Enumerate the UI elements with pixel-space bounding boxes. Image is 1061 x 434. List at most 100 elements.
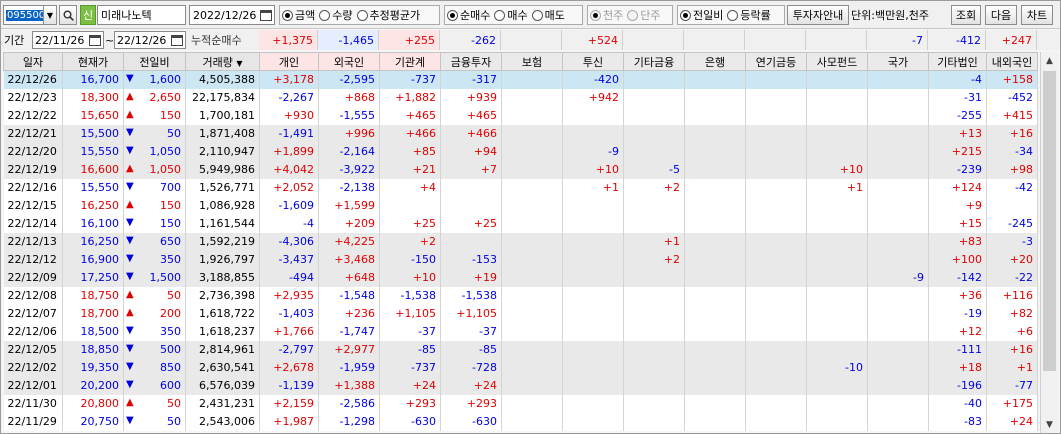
code-dropdown-icon[interactable]: ▼ — [43, 5, 57, 25]
radio-rate[interactable] — [727, 9, 739, 21]
calendar-icon[interactable] — [89, 34, 101, 46]
table-row[interactable]: 22/11/29 20,750 ▼ 50 2,543,006 +1,987 -1,298 -6… — [3, 412, 1038, 431]
investor-value-cell: +1 — [623, 232, 685, 251]
investor-value-cell — [440, 196, 502, 215]
table-row[interactable]: 22/12/15 16,250 ▲ 150 1,086,928 -1,609 +1,599 +… — [3, 196, 1038, 215]
date-cell: 22/12/09 — [3, 268, 63, 287]
investor-value-cell — [745, 124, 807, 143]
scroll-up-icon[interactable]: ▲ — [1041, 52, 1058, 69]
scroll-thumb[interactable] — [1043, 71, 1056, 371]
option-prev-diff[interactable]: 전일비 — [680, 7, 723, 23]
price-cell: 16,600 — [62, 160, 124, 179]
col-bank[interactable]: 은행 — [684, 52, 746, 71]
table-row[interactable]: 22/12/01 20,200 ▼ 600 6,576,039 -1,139 +1,388 +… — [3, 376, 1038, 395]
table-row[interactable]: 22/12/06 18,500 ▼ 350 1,618,237 +1,766 -1,747-… — [3, 322, 1038, 341]
option-thousand-shares-label: 천주 — [603, 9, 624, 22]
table-row[interactable]: 22/12/14 16,100 ▼ 150 1,161,544 -4 +209 +25 +25 +… — [3, 214, 1038, 233]
table-row[interactable]: 22/12/05 18,850 ▼ 500 2,814,961 -2,797 +2,977-… — [3, 340, 1038, 359]
table-row[interactable]: 22/12/20 15,550 ▼ 1,050 2,110,947 +1,899 -2,16… — [3, 142, 1038, 161]
query-button[interactable]: 조회 — [951, 5, 981, 25]
radio-prev-diff[interactable] — [680, 9, 691, 21]
option-net-buy[interactable]: 순매수 — [447, 7, 490, 23]
period-from-input[interactable]: 22/11/26 — [32, 31, 104, 49]
investor-value-cell — [562, 340, 624, 359]
col-institution[interactable]: 기관계 — [379, 52, 441, 71]
col-private-fund[interactable]: 사모펀드 — [806, 52, 868, 71]
scroll-down-icon[interactable]: ▼ — [1041, 416, 1058, 433]
table-header-row: 일자 현재가 전일비 거래량 ▼ 개인 외국인 기관계 금융투자 보험 투신 기… — [3, 52, 1038, 71]
table-row[interactable]: 22/12/08 18,750 ▲ 50 2,736,398 +2,935 -1,548 -1… — [3, 286, 1038, 305]
investor-value-cell — [684, 160, 746, 179]
investor-value-cell: +1 — [806, 178, 868, 197]
investor-value-cell — [501, 268, 563, 287]
down-triangle-icon: ▼ — [126, 235, 134, 246]
col-financial-invest[interactable]: 금융투자 — [440, 52, 502, 71]
investor-value-cell — [986, 196, 1038, 215]
col-other-corp[interactable]: 기타법인 — [928, 52, 987, 71]
investor-value-cell — [623, 358, 685, 377]
col-nation[interactable]: 국가 — [867, 52, 929, 71]
calendar-icon[interactable] — [171, 34, 183, 46]
col-other-finance[interactable]: 기타금융 — [623, 52, 685, 71]
investor-guide-button[interactable]: 투자자안내 — [787, 5, 849, 25]
table-row[interactable]: 22/12/22 15,650 ▲ 150 1,700,181 +930 -1,555 +46… — [3, 106, 1038, 125]
radio-net-buy[interactable] — [447, 9, 458, 21]
radio-amount[interactable] — [282, 9, 293, 21]
option-avg-price[interactable]: 추정평균가 — [356, 7, 420, 23]
date-cell: 22/12/02 — [3, 358, 63, 377]
table-row[interactable]: 22/12/12 16,900 ▼ 350 1,926,797 -3,437 +3,468-… — [3, 250, 1038, 269]
investor-value-cell — [684, 232, 746, 251]
investor-value-cell: +939 — [440, 88, 502, 107]
col-individual[interactable]: 개인 — [259, 52, 319, 71]
col-volume[interactable]: 거래량 ▼ — [185, 52, 260, 71]
investor-value-cell: -1,491 — [259, 124, 319, 143]
table-row[interactable]: 22/12/09 17,250 ▼ 1,500 3,188,855 -494 +648 +10… — [3, 268, 1038, 287]
date-input[interactable]: 2022/12/26 — [189, 5, 275, 25]
radio-sell[interactable] — [531, 9, 543, 21]
date-cell: 22/12/01 — [3, 376, 63, 395]
table-row[interactable]: 22/12/02 19,350 ▼ 850 2,630,541 +2,678 -1,959-… — [3, 358, 1038, 377]
investor-value-cell — [745, 214, 807, 233]
col-foreign[interactable]: 외국인 — [318, 52, 380, 71]
period-to-input[interactable]: 22/12/26 — [114, 31, 186, 49]
col-price[interactable]: 현재가 — [62, 52, 124, 71]
col-insurance[interactable]: 보험 — [501, 52, 563, 71]
investor-value-cell — [684, 358, 746, 377]
col-change[interactable]: 전일비 — [123, 52, 186, 71]
table-row[interactable]: 22/12/21 15,500 ▼ 50 1,871,408 -1,491 +996 +466… — [3, 124, 1038, 143]
option-sell[interactable]: 매도 — [531, 7, 565, 23]
radio-buy[interactable] — [494, 9, 506, 21]
col-date[interactable]: 일자 — [3, 52, 63, 71]
table-row[interactable]: 22/12/13 16,250 ▼ 650 1,592,219 -4,306 +4,225 +… — [3, 232, 1038, 251]
sort-down-icon[interactable]: ▼ — [236, 59, 242, 68]
table-row[interactable]: 22/12/07 18,700 ▲ 200 1,618,722 -1,403 +236 +1,… — [3, 304, 1038, 323]
table-row[interactable]: 22/12/23 18,300 ▲ 2,650 22,175,834 -2,267 +868… — [3, 88, 1038, 107]
search-icon[interactable] — [59, 5, 77, 25]
volume-cell: 6,576,039 — [185, 376, 260, 395]
option-amount[interactable]: 금액 — [282, 7, 315, 23]
calendar-icon[interactable] — [260, 9, 272, 21]
col-pension[interactable]: 연기금등 — [745, 52, 807, 71]
col-trust[interactable]: 투신 — [562, 52, 624, 71]
option-rate[interactable]: 등락률 — [727, 7, 771, 23]
change-value: 200 — [160, 307, 181, 320]
table-row[interactable]: 22/12/19 16,600 ▲ 1,050 5,949,986 +4,042 -3,92… — [3, 160, 1038, 179]
chart-button[interactable]: 차트 — [1021, 5, 1053, 25]
amount-option-group: 금액 수량 추정평균가 — [279, 5, 440, 25]
radio-avg-price[interactable] — [356, 9, 368, 21]
table-row[interactable]: 22/12/26 16,700 ▼ 1,600 4,505,388 +3,178 -2,59… — [3, 70, 1038, 89]
option-quantity[interactable]: 수량 — [319, 7, 353, 23]
option-amount-label: 금액 — [295, 9, 316, 22]
table-row[interactable]: 22/11/30 20,800 ▲ 50 2,431,231 +2,159 -2,586 +2… — [3, 394, 1038, 413]
investor-value-cell — [684, 376, 746, 395]
col-domestic-foreign[interactable]: 내외국인 — [986, 52, 1038, 71]
radio-quantity[interactable] — [319, 9, 331, 21]
next-button[interactable]: 다음 — [985, 5, 1017, 25]
vertical-scrollbar[interactable]: ▲ ▼ — [1040, 52, 1058, 433]
option-buy[interactable]: 매수 — [494, 7, 528, 23]
up-triangle-icon: ▲ — [126, 289, 134, 300]
date-cell: 22/12/06 — [3, 322, 63, 341]
stock-name-field[interactable]: 미래나노텍 — [97, 5, 186, 25]
table-row[interactable]: 22/12/16 15,550 ▼ 700 1,526,771 +2,052 -2,138 +… — [3, 178, 1038, 197]
investor-value-cell: +6 — [986, 322, 1038, 341]
